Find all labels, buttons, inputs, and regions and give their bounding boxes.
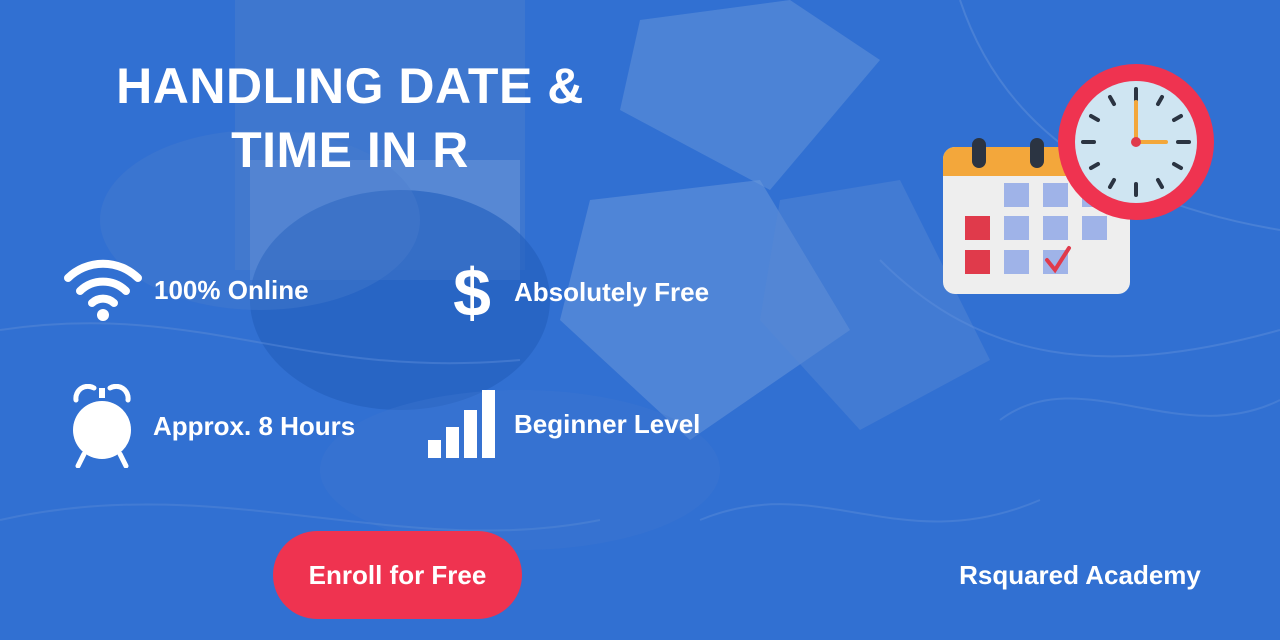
title-line-1: HANDLING DATE & bbox=[116, 58, 584, 114]
wifi-icon bbox=[64, 258, 142, 322]
title-line-2: TIME IN R bbox=[231, 122, 469, 178]
feature-duration-label: Approx. 8 Hours bbox=[153, 410, 356, 441]
alarm-clock-icon bbox=[70, 384, 134, 468]
feature-online: 100% Online bbox=[64, 258, 309, 322]
svg-text:$: $ bbox=[453, 258, 491, 326]
calendar-clock-illustration bbox=[940, 60, 1230, 305]
feature-level-label: Beginner Level bbox=[514, 408, 701, 439]
page-title: HANDLING DATE & TIME IN R bbox=[90, 54, 610, 182]
enroll-button[interactable]: Enroll for Free bbox=[273, 531, 522, 619]
feature-free: $ Absolutely Free bbox=[448, 258, 709, 326]
feature-online-label: 100% Online bbox=[154, 274, 309, 305]
feature-free-label: Absolutely Free bbox=[514, 276, 710, 307]
dollar-icon: $ bbox=[448, 258, 496, 326]
feature-level: Beginner Level bbox=[428, 390, 700, 458]
clock-icon bbox=[1058, 64, 1214, 220]
feature-duration: Approx. 8 Hours bbox=[70, 384, 355, 468]
bar-chart-icon bbox=[428, 390, 496, 458]
brand-name: Rsquared Academy bbox=[959, 560, 1201, 590]
